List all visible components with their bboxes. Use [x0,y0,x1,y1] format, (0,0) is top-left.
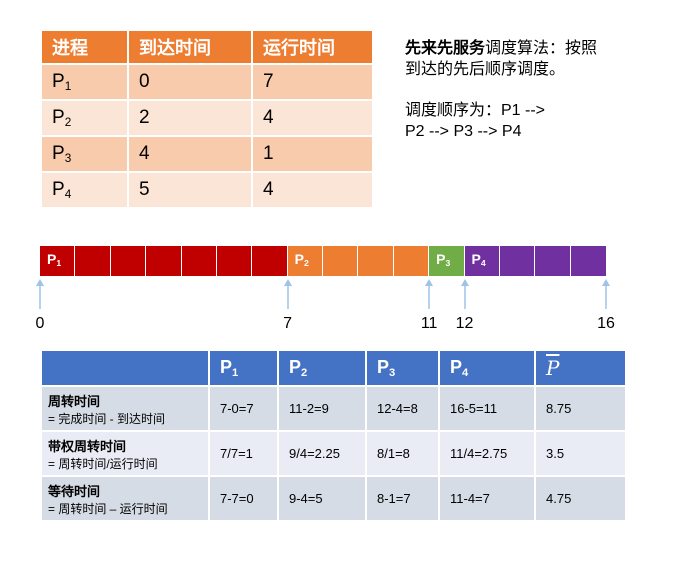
arrival-time: 5 [128,172,253,209]
table-row: 等待时间 = 周转时间 – 运行时间 7-7=0 9-4=5 8-1=7 11-… [42,476,627,522]
algorithm-name: 先来先服务 [405,40,486,57]
table-row: P1 0 7 [42,64,374,101]
gantt-tick-label: 11 [420,315,438,332]
run-time: 7 [252,64,374,101]
process-name: P1 [42,64,129,101]
gantt-label: P3 [436,251,451,269]
gantt-segment-p4: P4 [464,246,606,276]
metric-value: 11/4=2.75 [439,431,536,477]
gantt-tick-label: 16 [597,315,615,332]
header-arrival: 到达时间 [128,31,253,65]
gantt-cell [323,246,359,276]
up-arrow-icon [460,279,469,309]
metric-value: 9/4=2.25 [278,431,367,477]
metric-title: 等待时间 [48,483,101,499]
gantt-cell [535,246,571,276]
process-name: P4 [42,172,129,209]
gantt-segment-p2: P2 [287,246,430,276]
table-row: 带权周转时间 = 周转时间/运行时间 7/7=1 9/4=2.25 8/1=8 … [42,431,627,477]
metric-value: 7-7=0 [209,476,279,522]
schedule-order-line2: P2 --> P3 --> P4 [405,123,522,140]
run-time: 1 [252,136,374,173]
header-blank [42,351,210,387]
metric-value: 7/7=1 [209,431,279,477]
gantt-tick-label: 7 [283,315,293,332]
header-process: 进程 [42,31,129,65]
metric-title: 带权周转时间 [48,438,127,454]
gantt-segment-p1: P1 [40,246,288,276]
metric-value: 16-5=11 [439,386,536,432]
up-arrow-icon [36,279,44,309]
header-average: P [535,351,627,387]
gantt-cell [500,246,536,276]
header-p2: P2 [278,351,367,387]
gantt-tick-label: 0 [35,315,45,332]
metric-average: 3.5 [535,431,627,477]
up-arrow-icon [425,279,434,309]
metric-value: 7-0=7 [209,386,279,432]
process-table: 进程 到达时间 运行时间 P1 0 7 P2 2 4 P3 4 1 P4 5 4 [42,31,374,209]
table-row: 周转时间 = 完成时间 - 到达时间 7-0=7 11-2=9 12-4=8 1… [42,386,627,432]
table-row: P3 4 1 [42,136,374,173]
gantt-tick-label: 12 [455,315,474,332]
algorithm-description: 先来先服务调度算法：按照到达的先后顺序调度。 调度顺序为：P1 --> P2 -… [405,38,605,142]
gantt-cell [252,246,288,276]
gantt-label: P2 [294,251,309,269]
header-runtime: 运行时间 [252,31,374,65]
gantt-label: P4 [471,251,486,269]
process-name: P3 [42,136,129,173]
gantt-cell [146,246,182,276]
up-arrow-icon [602,279,610,309]
gantt-chart: P1 P2 P3 P4 [40,246,606,276]
arrival-time: 2 [128,100,253,137]
metric-title: 周转时间 [48,393,101,409]
metric-value: 9-4=5 [278,476,367,522]
metric-formula: = 完成时间 - 到达时间 [48,411,166,426]
metric-value: 12-4=8 [366,386,440,432]
gantt-segment-p3: P3 [429,246,465,276]
run-time: 4 [252,172,374,209]
metric-formula: = 周转时间/运行时间 [48,456,158,471]
metric-average: 4.75 [535,476,627,522]
arrival-time: 4 [128,136,253,173]
header-p1: P1 [209,351,279,387]
metric-average: 8.75 [535,386,627,432]
process-name: P2 [42,100,129,137]
metric-value: 8/1=8 [366,431,440,477]
run-time: 4 [252,100,374,137]
table-row: P2 2 4 [42,100,374,137]
algorithm-text: 先来先服务调度算法：按照到达的先后顺序调度。 [405,38,605,80]
process-table-header: 进程 到达时间 运行时间 [42,31,374,65]
metric-formula: = 周转时间 – 运行时间 [48,501,168,516]
header-p4: P4 [439,351,536,387]
up-arrow-icon [283,279,292,309]
header-p3: P3 [366,351,440,387]
metric-value: 8-1=7 [366,476,440,522]
gantt-cell [217,246,253,276]
gantt-cell [358,246,394,276]
row-heading: 带权周转时间 = 周转时间/运行时间 [42,431,210,477]
metrics-table-header: P1 P2 P3 P4 P [42,351,627,387]
gantt-cell [75,246,111,276]
metric-value: 11-2=9 [278,386,367,432]
table-row: P4 5 4 [42,172,374,209]
gantt-cell [111,246,147,276]
row-heading: 等待时间 = 周转时间 – 运行时间 [42,476,210,522]
row-heading: 周转时间 = 完成时间 - 到达时间 [42,386,210,432]
gantt-cell [571,246,606,276]
gantt-cell [182,246,217,276]
arrival-time: 0 [128,64,253,101]
metrics-table: P1 P2 P3 P4 P 周转时间 = 完成时间 - 到达时间 7-0=7 1… [42,351,627,522]
gantt-cell [394,246,430,276]
schedule-order-line1: 调度顺序为：P1 --> [405,102,546,119]
metric-value: 11-4=7 [439,476,536,522]
schedule-order: 调度顺序为：P1 --> P2 --> P3 --> P4 [405,100,605,142]
gantt-label: P1 [47,251,62,269]
